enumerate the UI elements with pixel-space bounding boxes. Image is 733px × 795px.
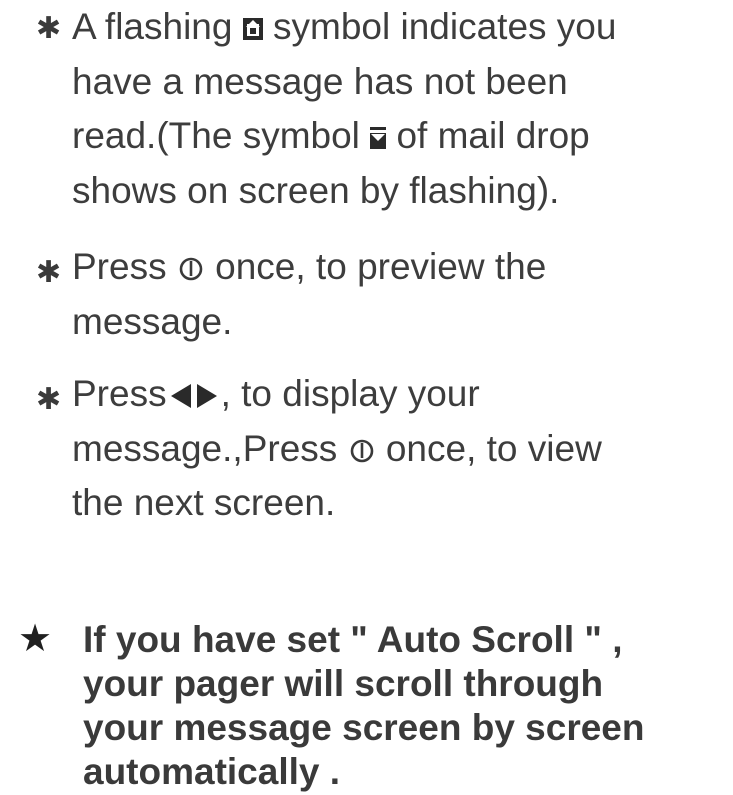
text-line: have a message has not been: [72, 60, 568, 102]
instruction-display-message: Press, to display your message.,Press on…: [72, 367, 602, 531]
instruction-preview-message: Press once, to preview the message.: [72, 240, 546, 349]
text-line: Press once, to preview the: [72, 246, 547, 287]
text-line: message.,Press once, to view: [72, 427, 602, 469]
instruction-unread-message: A flashing symbol indicates you have a m…: [72, 0, 616, 218]
note-line: your message screen by screen: [83, 707, 645, 748]
bullet-marker: ✱: [36, 383, 62, 416]
note-line: your pager will scroll through: [83, 663, 604, 704]
power-button-icon: [350, 439, 373, 463]
text-line: the next screen.: [72, 482, 336, 523]
text-line: A flashing symbol indicates you: [72, 6, 617, 47]
note-line: If you have set " Auto Scroll " ,: [83, 619, 623, 660]
power-button-icon: [179, 257, 203, 281]
star-icon: ★: [18, 618, 53, 660]
bullet-marker: ✱: [36, 256, 62, 289]
mail-drop-icon: [370, 127, 387, 150]
text-line: Press, to display your: [72, 373, 480, 414]
text-line: read.(The symbol of mail drop: [72, 115, 590, 156]
unread-message-icon: [242, 18, 263, 41]
text-line: message.: [72, 300, 233, 342]
auto-scroll-note: If you have set " Auto Scroll " , your p…: [83, 618, 645, 794]
note-line: automatically .: [83, 751, 341, 792]
bullet-marker: ✱: [36, 12, 62, 45]
left-right-arrow-icons: [170, 384, 217, 409]
text-line: shows on screen by flashing).: [72, 169, 560, 211]
